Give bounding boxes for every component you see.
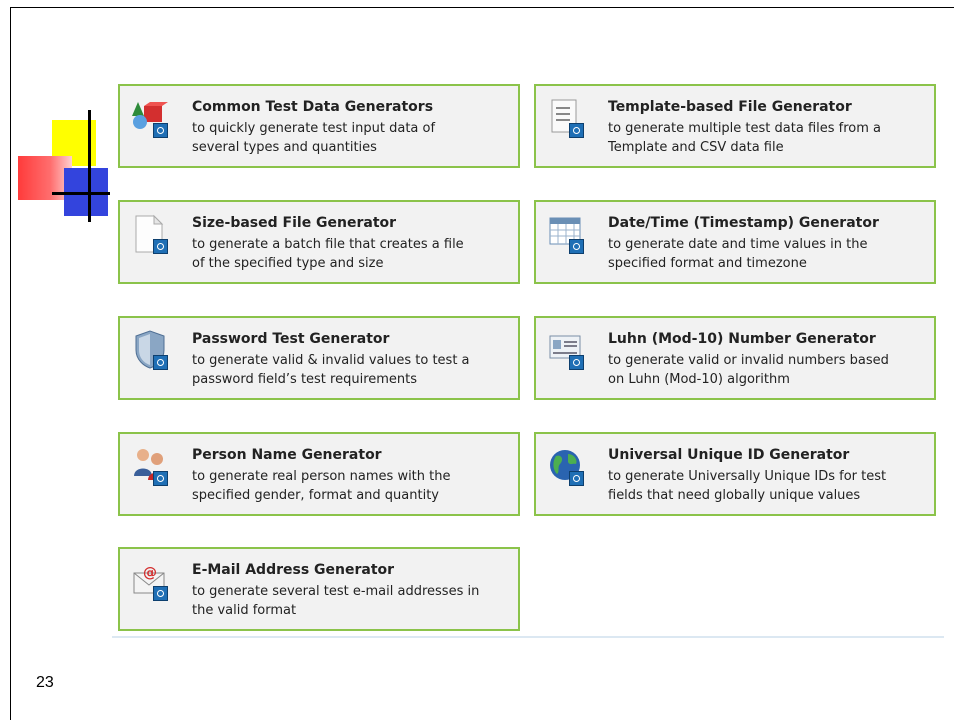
globe-icon (548, 446, 584, 486)
card-title: Password Test Generator (192, 331, 390, 347)
card-description: to generate date and time values in the … (608, 235, 934, 273)
card-desc-line1: to generate date and time values in the (608, 237, 868, 252)
card-luhn-number[interactable]: Luhn (Mod-10) Number Generator to genera… (534, 316, 936, 400)
card-desc-line2: password field’s test requirements (192, 372, 418, 387)
card-password-test[interactable]: Password Test Generator to generate vali… (118, 316, 520, 400)
logo-horizontal-line (52, 192, 110, 195)
card-title: Common Test Data Generators (192, 99, 434, 115)
card-desc-line2: of the specified type and size (192, 256, 384, 271)
gear-icon (569, 239, 584, 254)
card-desc-line1: to generate several test e-mail addresse… (192, 584, 480, 599)
card-title: Person Name Generator (192, 447, 382, 463)
gear-icon (569, 471, 584, 486)
blank-file-icon (132, 214, 168, 254)
card-desc-line1: to generate valid & invalid values to te… (192, 353, 470, 368)
shapes-icon (132, 98, 168, 138)
calendar-icon (548, 214, 584, 254)
card-desc-line2: the valid format (192, 603, 297, 618)
card-desc-line2: Template and CSV data file (608, 140, 784, 155)
card-description: to generate Universally Unique IDs for t… (608, 467, 934, 505)
card-date-time[interactable]: Date/Time (Timestamp) Generator to gener… (534, 200, 936, 284)
card-desc-line2: fields that need globally unique values (608, 488, 861, 503)
card-description: to generate valid & invalid values to te… (192, 351, 518, 389)
gear-icon (153, 471, 168, 486)
card-uuid[interactable]: Universal Unique ID Generator to generat… (534, 432, 936, 516)
card-email-address[interactable]: @ E-Mail Address Generator to generate s… (118, 547, 520, 631)
shield-icon (132, 330, 168, 370)
card-description: to quickly generate test input data of s… (192, 119, 518, 157)
gear-icon (153, 239, 168, 254)
card-desc-line2: specified gender, format and quantity (192, 488, 439, 503)
card-desc-line2: on Luhn (Mod-10) algorithm (608, 372, 790, 387)
bottom-divider (112, 636, 944, 638)
card-desc-line1: to quickly generate test input data of (192, 121, 436, 136)
gear-icon (569, 355, 584, 370)
email-icon: @ (132, 561, 168, 601)
card-title: E-Mail Address Generator (192, 562, 395, 578)
card-common-test-data[interactable]: Common Test Data Generators to quickly g… (118, 84, 520, 168)
gear-icon (153, 586, 168, 601)
card-desc-line1: to generate a batch file that creates a … (192, 237, 464, 252)
card-desc-line2: several types and quantities (192, 140, 377, 155)
gear-icon (153, 123, 168, 138)
slide-logo (18, 110, 118, 222)
card-desc-line2: specified format and timezone (608, 256, 807, 271)
card-title: Luhn (Mod-10) Number Generator (608, 331, 876, 347)
card-title: Template-based File Generator (608, 99, 852, 115)
card-template-file[interactable]: Template-based File Generator to generat… (534, 84, 936, 168)
page-number: 23 (36, 674, 54, 691)
logo-vertical-line (88, 110, 91, 222)
card-person-name[interactable]: Person Name Generator to generate real p… (118, 432, 520, 516)
card-desc-line1: to generate real person names with the (192, 469, 451, 484)
card-title: Date/Time (Timestamp) Generator (608, 215, 879, 231)
card-description: to generate valid or invalid numbers bas… (608, 351, 934, 389)
id-card-icon (548, 330, 584, 370)
card-desc-line1: to generate valid or invalid numbers bas… (608, 353, 889, 368)
card-description: to generate several test e-mail addresse… (192, 582, 518, 620)
card-description: to generate a batch file that creates a … (192, 235, 518, 273)
card-desc-line1: to generate multiple test data files fro… (608, 121, 881, 136)
card-desc-line1: to generate Universally Unique IDs for t… (608, 469, 887, 484)
card-size-based-file[interactable]: Size-based File Generator to generate a … (118, 200, 520, 284)
card-description: to generate real person names with the s… (192, 467, 518, 505)
gear-icon (569, 123, 584, 138)
document-icon (548, 98, 584, 138)
card-title: Universal Unique ID Generator (608, 447, 850, 463)
people-icon (132, 446, 168, 486)
card-description: to generate multiple test data files fro… (608, 119, 934, 157)
gear-icon (153, 355, 168, 370)
card-title: Size-based File Generator (192, 215, 397, 231)
svg-text:@: @ (143, 565, 157, 581)
